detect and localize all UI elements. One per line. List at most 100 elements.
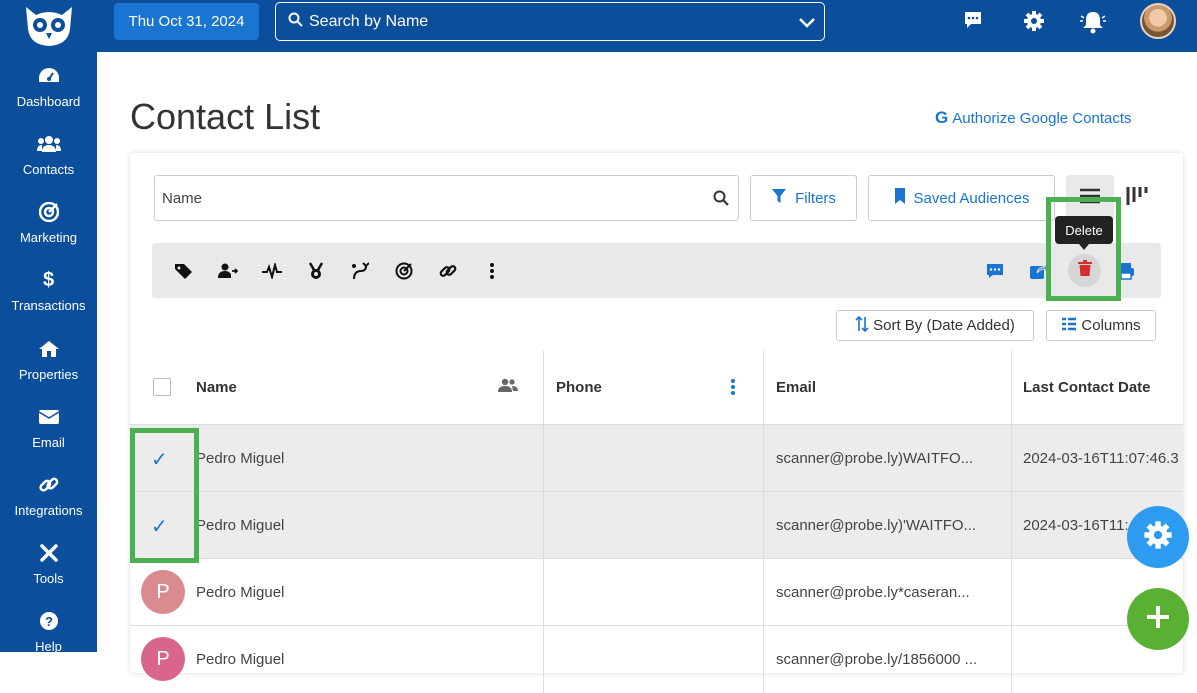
sidebar-item-email[interactable]: Email bbox=[0, 405, 97, 465]
saved-audiences-label: Saved Audiences bbox=[913, 189, 1030, 207]
group-users-icon[interactable] bbox=[498, 378, 518, 398]
table-row[interactable]: ✓ Pedro Miguel scanner@probe.ly)WAITFO..… bbox=[130, 424, 1183, 492]
contact-name[interactable]: Pedro Miguel bbox=[196, 626, 544, 693]
select-all-checkbox[interactable] bbox=[153, 378, 171, 396]
owl-logo[interactable] bbox=[0, 0, 97, 52]
table-row[interactable]: P Pedro Miguel scanner@probe.ly/1856000 … bbox=[130, 625, 1183, 693]
global-search-placeholder: Search by Name bbox=[309, 12, 429, 30]
sidebar-item-label: Marketing bbox=[19, 230, 78, 245]
page-title: Contact List bbox=[130, 96, 321, 137]
sort-arrows-icon bbox=[855, 315, 869, 336]
sidebar-item-label: Properties bbox=[18, 367, 79, 382]
name-column-header[interactable]: Name bbox=[130, 351, 544, 424]
date-badge[interactable]: Thu Oct 31, 2024 bbox=[114, 3, 259, 40]
target-icon bbox=[38, 200, 59, 224]
chevron-down-icon bbox=[798, 13, 816, 36]
sidebar-item-tools[interactable]: Tools bbox=[0, 541, 97, 601]
bulk-actions-toolbar bbox=[152, 243, 1161, 298]
question-icon: ? bbox=[39, 609, 59, 633]
column-menu-icon[interactable] bbox=[730, 379, 736, 399]
kanban-view-icon bbox=[1125, 185, 1149, 212]
sidebar-item-label: Email bbox=[32, 435, 65, 450]
columns-button[interactable]: Columns bbox=[1046, 310, 1156, 341]
sidebar-item-label: Integrations bbox=[14, 503, 83, 518]
contact-name[interactable]: Pedro Miguel bbox=[196, 559, 544, 626]
contact-phone bbox=[544, 559, 764, 626]
email-column-header[interactable]: Email bbox=[764, 351, 1012, 424]
authorize-google-contacts-link[interactable]: G Authorize Google Contacts bbox=[935, 108, 1132, 128]
phone-header-label: Phone bbox=[556, 379, 602, 396]
contact-avatar: P bbox=[141, 570, 185, 614]
print-icon[interactable] bbox=[1116, 261, 1136, 281]
phone-column-header[interactable]: Phone bbox=[544, 351, 764, 424]
sms-message-icon[interactable] bbox=[985, 261, 1005, 281]
search-icon bbox=[288, 12, 303, 32]
checkmark-icon[interactable]: ✓ bbox=[151, 514, 168, 539]
sidebar-item-label: Contacts bbox=[22, 162, 75, 177]
contact-search-input[interactable]: Name bbox=[154, 175, 739, 221]
last-contact-header-label: Last Contact Date bbox=[1023, 379, 1151, 396]
contact-phone bbox=[544, 492, 764, 559]
contact-name[interactable]: Pedro Miguel bbox=[196, 425, 544, 492]
table-row[interactable]: P Pedro Miguel scanner@probe.ly*caseran.… bbox=[130, 558, 1183, 626]
filters-button[interactable]: Filters bbox=[750, 175, 857, 221]
share-export-icon[interactable] bbox=[1029, 261, 1049, 281]
sidebar-item-marketing[interactable]: Marketing bbox=[0, 200, 97, 260]
saved-audiences-button[interactable]: Saved Audiences bbox=[868, 175, 1055, 221]
pipeline-view-toggle[interactable] bbox=[1120, 175, 1154, 221]
authorize-google-label: Authorize Google Contacts bbox=[952, 109, 1132, 127]
settings-gear-icon[interactable] bbox=[1023, 10, 1045, 32]
list-view-icon bbox=[1079, 187, 1101, 210]
contact-email: scanner@probe.ly*caseran... bbox=[764, 559, 1012, 626]
route-icon[interactable] bbox=[350, 261, 370, 281]
link-icon[interactable] bbox=[438, 261, 458, 281]
add-fab-button[interactable] bbox=[1127, 588, 1189, 650]
sidebar-item-integrations[interactable]: Integrations bbox=[0, 473, 97, 533]
filters-label: Filters bbox=[795, 189, 836, 207]
svg-text:?: ? bbox=[45, 614, 53, 629]
tag-icon[interactable] bbox=[174, 261, 194, 281]
award-medal-icon[interactable] bbox=[306, 261, 326, 281]
bookmark-icon bbox=[894, 188, 906, 208]
trash-icon bbox=[1077, 260, 1092, 281]
activity-pulse-icon[interactable] bbox=[262, 261, 282, 281]
users-icon bbox=[36, 132, 61, 156]
sidebar-item-transactions[interactable]: $ Transactions bbox=[0, 268, 97, 328]
filter-funnel-icon bbox=[771, 188, 787, 208]
tools-icon bbox=[39, 541, 59, 565]
checkmark-icon[interactable]: ✓ bbox=[151, 447, 168, 472]
home-icon bbox=[38, 337, 60, 361]
table-row[interactable]: ✓ Pedro Miguel scanner@probe.ly)'WAITFO.… bbox=[130, 491, 1183, 559]
sidebar-item-label: Tools bbox=[33, 571, 64, 586]
contact-name[interactable]: Pedro Miguel bbox=[196, 492, 544, 559]
sort-by-label: Sort By (Date Added) bbox=[873, 317, 1015, 334]
target-icon[interactable] bbox=[394, 261, 414, 281]
sidebar-item-help[interactable]: ? Help bbox=[0, 609, 97, 669]
chat-icon[interactable] bbox=[963, 10, 983, 30]
contact-avatar: P bbox=[141, 637, 185, 681]
global-search-dropdown[interactable]: Search by Name bbox=[275, 2, 825, 41]
more-vertical-icon[interactable] bbox=[482, 261, 502, 281]
contact-phone bbox=[544, 626, 764, 693]
contact-email: scanner@probe.ly)'WAITFO... bbox=[764, 492, 1012, 559]
contact-list-card: Name Filters Saved Audiences Sort By (Da… bbox=[130, 153, 1183, 693]
contact-phone bbox=[544, 425, 764, 492]
sidebar-item-dashboard[interactable]: Dashboard bbox=[0, 64, 97, 124]
sidebar: Dashboard Contacts Marketing $ Transacti… bbox=[0, 0, 97, 654]
columns-icon bbox=[1061, 317, 1077, 335]
gear-icon bbox=[1143, 520, 1173, 555]
link-icon bbox=[38, 473, 59, 497]
assign-user-icon[interactable] bbox=[218, 261, 238, 281]
delete-button[interactable] bbox=[1068, 254, 1101, 287]
last-contact-column-header[interactable]: Last Contact Date bbox=[1012, 351, 1183, 424]
sort-by-button[interactable]: Sort By (Date Added) bbox=[836, 310, 1034, 341]
user-avatar[interactable] bbox=[1140, 3, 1176, 39]
settings-fab-button[interactable] bbox=[1127, 506, 1189, 568]
notifications-bell-icon[interactable] bbox=[1080, 10, 1106, 34]
sidebar-item-contacts[interactable]: Contacts bbox=[0, 132, 97, 192]
top-bar: Thu Oct 31, 2024 Search by Name bbox=[97, 0, 1197, 52]
search-icon bbox=[713, 190, 729, 210]
list-view-toggle[interactable] bbox=[1066, 175, 1114, 221]
contact-email: scanner@probe.ly)WAITFO... bbox=[764, 425, 1012, 492]
sidebar-item-properties[interactable]: Properties bbox=[0, 337, 97, 397]
